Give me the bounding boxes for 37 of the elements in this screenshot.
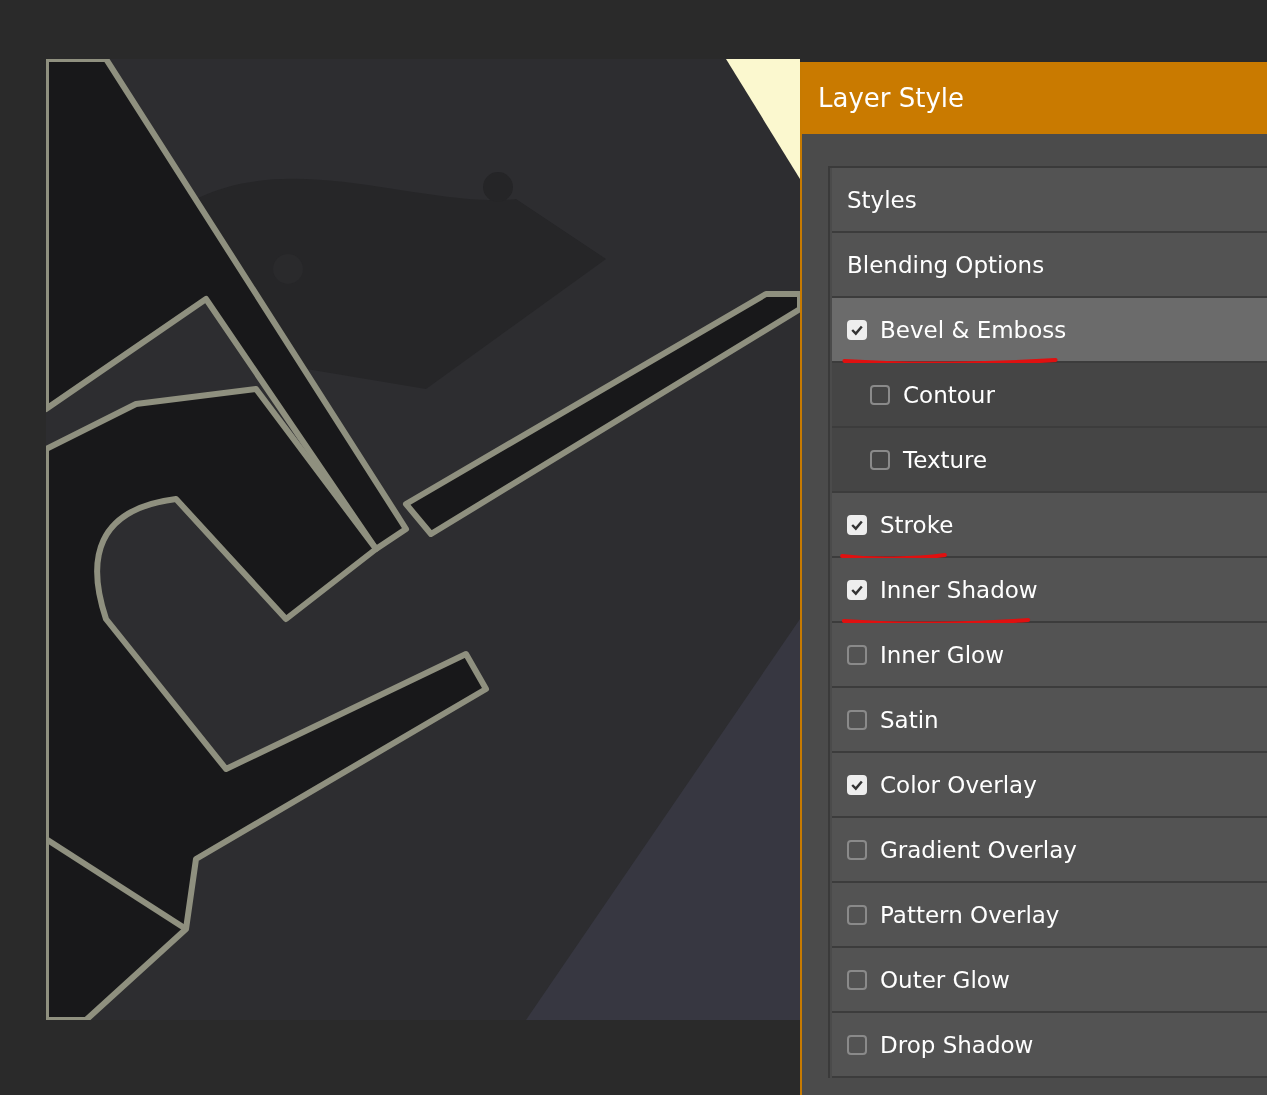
checkbox[interactable]	[847, 969, 867, 990]
checkbox[interactable]	[870, 449, 890, 470]
style-list-item[interactable]: Outer Glow	[832, 948, 1267, 1013]
checkbox[interactable]	[847, 644, 867, 665]
style-list-item[interactable]: Contour	[832, 363, 1267, 428]
item-label: Blending Options	[847, 251, 1045, 278]
style-list-item[interactable]: Gradient Overlay	[832, 818, 1267, 883]
style-list-item[interactable]: Blending Options	[832, 233, 1267, 298]
item-label: Inner Glow	[880, 641, 1004, 668]
checkbox[interactable]	[847, 904, 867, 925]
item-label: Styles	[847, 186, 917, 213]
item-label: Gradient Overlay	[880, 836, 1077, 863]
item-label: Color Overlay	[880, 771, 1037, 798]
window-title: Layer Style	[818, 83, 965, 113]
item-label: Bevel & Emboss	[880, 316, 1067, 343]
style-list-item[interactable]: Drop Shadow	[832, 1013, 1267, 1078]
item-label: Drop Shadow	[880, 1031, 1034, 1058]
item-label: Contour	[903, 381, 995, 408]
item-label: Texture	[903, 446, 988, 473]
style-list-item[interactable]: Inner Glow	[832, 623, 1267, 688]
checkbox[interactable]	[847, 839, 867, 860]
item-label: Stroke	[880, 511, 954, 538]
item-label: Pattern Overlay	[880, 901, 1060, 928]
style-list-item[interactable]: Color Overlay	[832, 753, 1267, 818]
style-list-item[interactable]: Inner Shadow	[832, 558, 1267, 623]
style-list-item[interactable]: Pattern Overlay	[832, 883, 1267, 948]
checkbox[interactable]	[870, 384, 890, 405]
style-list-item[interactable]: Texture	[832, 428, 1267, 493]
checkbox[interactable]	[847, 709, 867, 730]
item-label: Satin	[880, 706, 939, 733]
style-list-item[interactable]: Satin	[832, 688, 1267, 753]
checkbox[interactable]	[847, 1034, 867, 1055]
style-list-item[interactable]: Stroke	[832, 493, 1267, 558]
style-list-item[interactable]: Styles	[832, 168, 1267, 233]
item-label: Outer Glow	[880, 966, 1010, 993]
style-list-item[interactable]: Bevel & Emboss	[832, 298, 1267, 363]
item-label: Inner Shadow	[880, 576, 1038, 603]
